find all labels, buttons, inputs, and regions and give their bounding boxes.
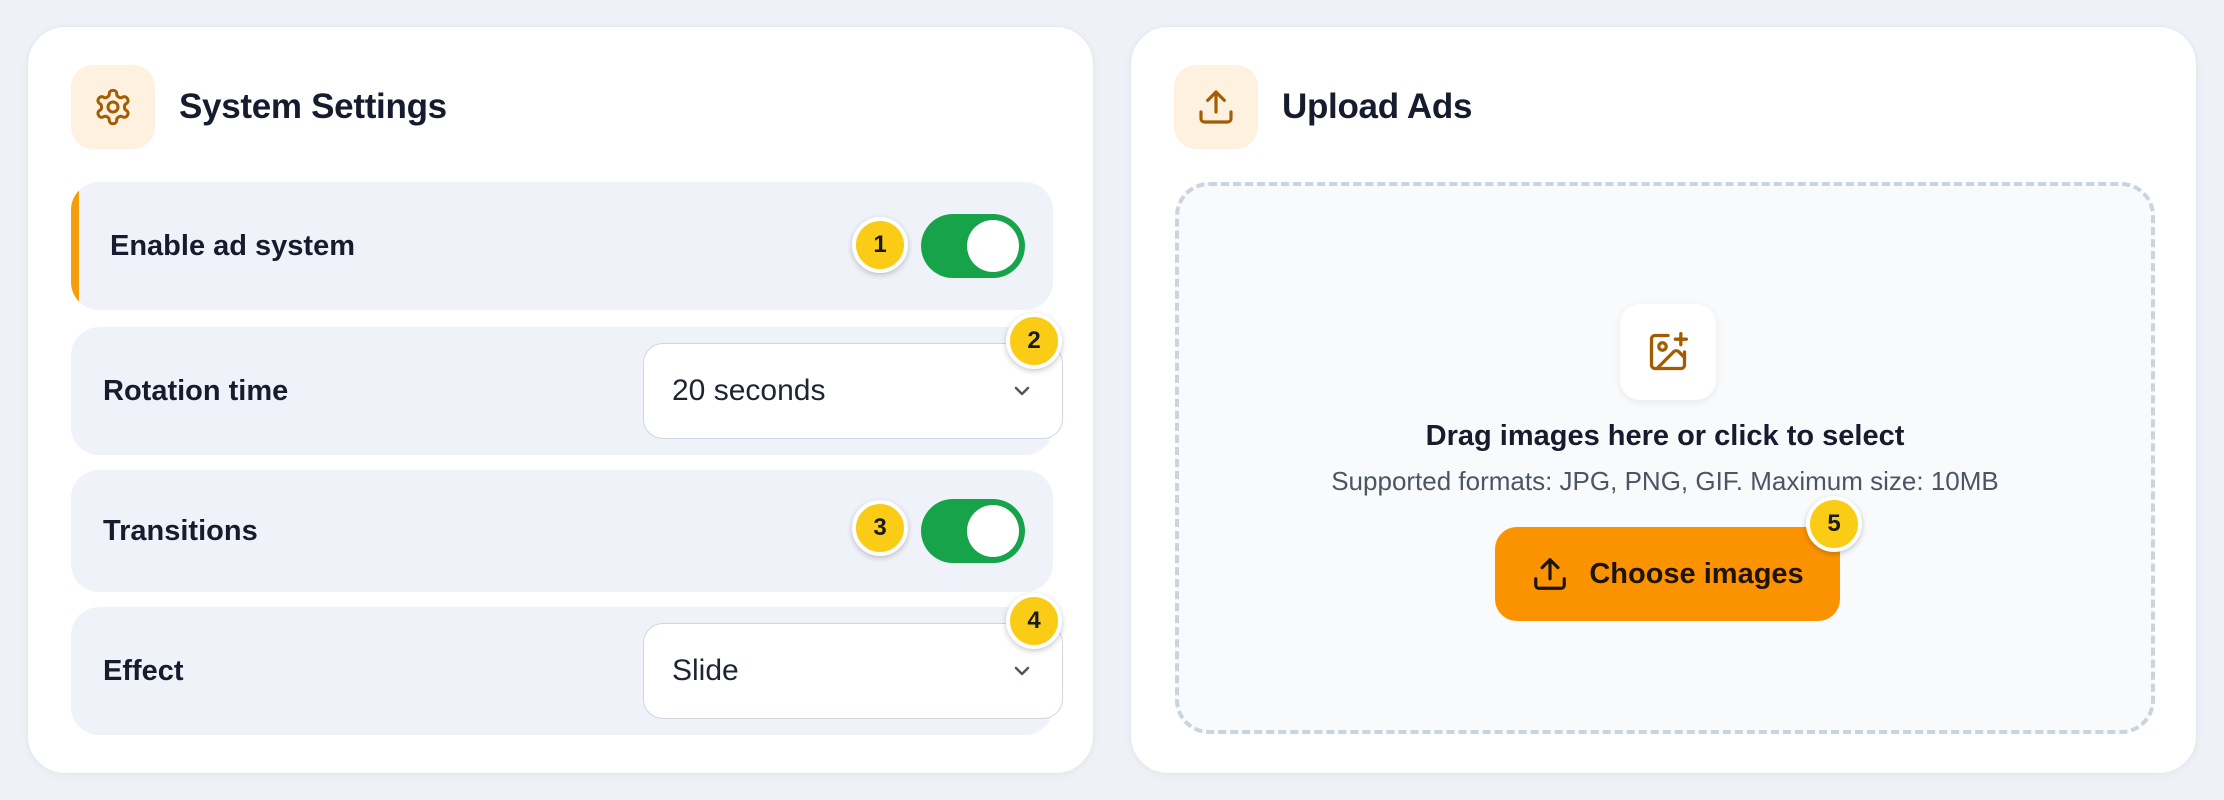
dropzone-title: Drag images here or click to select — [1425, 420, 1905, 452]
image-dropzone[interactable]: Drag images here or click to select Supp… — [1175, 182, 2155, 734]
image-plus-icon — [1620, 304, 1716, 400]
chevron-down-icon — [1014, 386, 1030, 396]
toggle-knob — [967, 220, 1019, 272]
toggle-knob — [967, 505, 1019, 557]
system-settings-header: System Settings — [71, 65, 447, 149]
effect-row: Effect Slide — [71, 607, 1063, 735]
step-badge: 3 — [852, 500, 908, 556]
dropzone-subtitle: Supported formats: JPG, PNG, GIF. Maximu… — [1331, 466, 1999, 496]
transitions-toggle[interactable] — [921, 499, 1025, 563]
system-settings-title: System Settings — [179, 87, 447, 126]
effect-select[interactable]: Slide — [643, 623, 1063, 719]
step-badge: 5 — [1806, 496, 1862, 552]
step-badge: 4 — [1006, 593, 1062, 649]
step-badge: 1 — [852, 217, 908, 273]
step-badge: 2 — [1006, 313, 1062, 369]
upload-ads-card: Upload Ads Drag images here or click to … — [1130, 26, 2197, 774]
upload-icon — [1174, 65, 1258, 149]
gear-icon — [71, 65, 155, 149]
effect-label: Effect — [103, 654, 184, 687]
rotation-time-row: Rotation time 20 seconds — [71, 327, 1063, 455]
enable-ad-system-toggle[interactable] — [921, 214, 1025, 278]
upload-icon — [1534, 558, 1567, 590]
upload-ads-header: Upload Ads — [1174, 65, 1472, 149]
rotation-time-select[interactable]: 20 seconds — [643, 343, 1063, 439]
effect-value: Slide — [672, 654, 739, 687]
choose-images-label: Choose images — [1589, 557, 1804, 590]
system-settings-card: System Settings Enable ad system Rotatio… — [27, 26, 1094, 774]
choose-images-button[interactable]: Choose images — [1495, 527, 1840, 621]
rotation-time-value: 20 seconds — [672, 374, 826, 407]
upload-ads-title: Upload Ads — [1282, 87, 1473, 126]
transitions-label: Transitions — [103, 514, 258, 547]
rotation-time-label: Rotation time — [103, 374, 289, 407]
chevron-down-icon — [1014, 666, 1030, 676]
enable-ad-system-label: Enable ad system — [110, 229, 355, 262]
